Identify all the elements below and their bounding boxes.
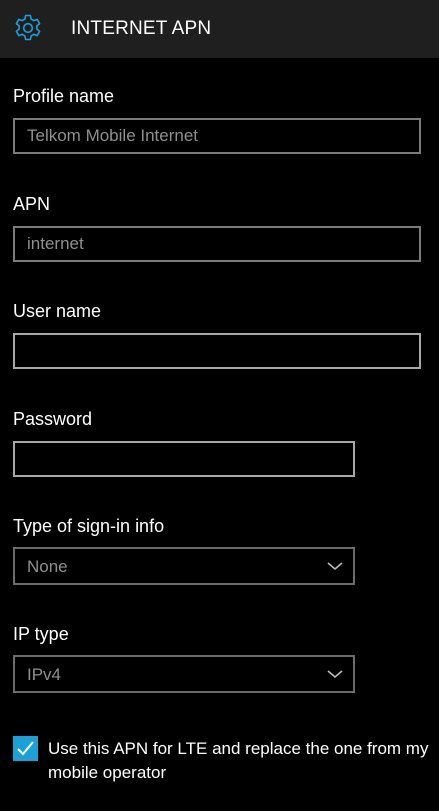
sign-in-type-label: Type of sign-in info xyxy=(13,516,165,536)
app-header: INTERNET APN xyxy=(0,0,439,58)
checkmark-icon xyxy=(17,741,34,756)
profile-name-field[interactable] xyxy=(13,118,421,154)
password-label: Password xyxy=(13,409,93,429)
apn-field[interactable] xyxy=(13,226,421,262)
profile-name-label: Profile name xyxy=(13,86,115,106)
password-field[interactable] xyxy=(13,441,355,477)
chevron-down-icon xyxy=(327,670,343,679)
user-name-label: User name xyxy=(13,301,102,321)
sign-in-type-dropdown[interactable]: None xyxy=(13,547,355,585)
chevron-down-icon xyxy=(327,562,343,571)
sign-in-type-value: None xyxy=(27,557,68,576)
apn-label: APN xyxy=(13,194,51,214)
lte-checkbox[interactable] xyxy=(13,736,38,761)
gear-icon[interactable] xyxy=(12,12,44,44)
ip-type-dropdown[interactable]: IPv4 xyxy=(13,655,355,693)
ip-type-value: IPv4 xyxy=(27,665,62,684)
lte-checkbox-label[interactable]: Use this APN for LTE and replace the one… xyxy=(48,737,433,785)
user-name-field[interactable] xyxy=(13,333,421,369)
page-title: INTERNET APN xyxy=(71,18,212,39)
ip-type-label: IP type xyxy=(13,624,69,644)
